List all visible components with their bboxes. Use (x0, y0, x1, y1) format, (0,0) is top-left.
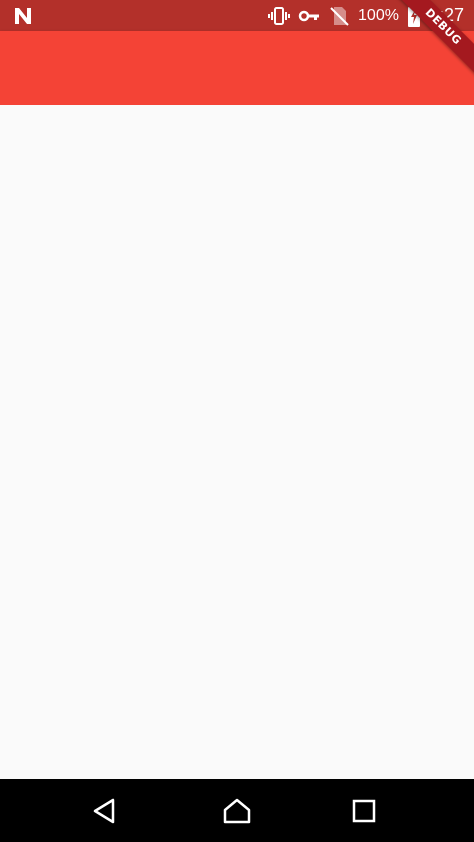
screen: 100% 6:27 DEBUG (0, 0, 474, 842)
home-icon (223, 798, 251, 824)
battery-charging-icon (407, 4, 421, 27)
recents-icon (352, 799, 376, 823)
recents-button[interactable] (343, 790, 385, 832)
notification-n-icon (12, 5, 34, 27)
battery-percent: 100% (358, 7, 399, 24)
vpn-key-icon (298, 5, 320, 27)
back-button[interactable] (84, 790, 126, 832)
app-bar (0, 31, 474, 105)
content-area (0, 105, 474, 779)
navigation-bar (0, 779, 474, 842)
home-button[interactable] (216, 790, 258, 832)
back-icon (93, 798, 115, 824)
vibrate-icon (268, 5, 291, 27)
no-sim-icon (328, 5, 350, 27)
clock-time: 6:27 (428, 5, 464, 25)
status-bar: 100% 6:27 (0, 0, 474, 31)
status-icons: 100% 6:27 (268, 0, 464, 31)
